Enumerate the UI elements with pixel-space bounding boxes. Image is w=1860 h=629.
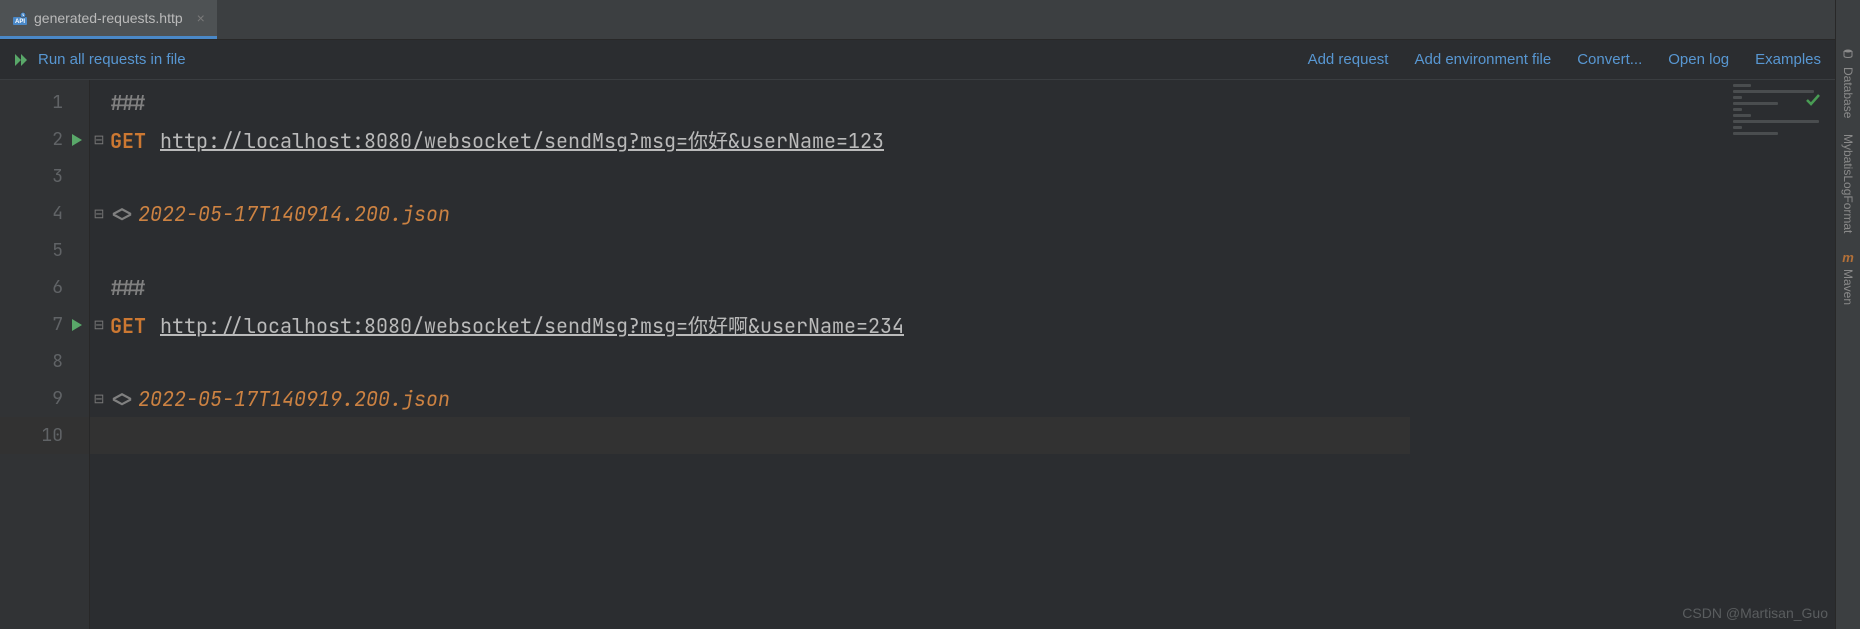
line-number: 3 [52, 165, 63, 188]
line-number: 4 [52, 202, 63, 225]
line-number: 8 [52, 350, 63, 373]
fold-marker: ⊟ [92, 206, 106, 222]
code-area[interactable]: ###⊟GEThttp://localhost:8080/websocket/s… [90, 80, 1835, 629]
run-request-icon[interactable] [71, 133, 83, 147]
code-line[interactable]: ### [90, 269, 1835, 306]
gutter-row: 3 [0, 158, 89, 195]
gutter-row: 10 [0, 417, 89, 454]
editor-toolbar: Run all requests in file Add request Add… [0, 40, 1835, 80]
line-number: 6 [52, 276, 63, 299]
code-line[interactable] [90, 232, 1835, 269]
api-file-icon: API [12, 10, 28, 26]
code-line[interactable]: ⊟GET http://localhost:8080/websocket/send… [90, 121, 1835, 158]
run-request-icon[interactable] [71, 318, 83, 332]
gutter-row: 8 [0, 343, 89, 380]
code-line[interactable]: ### [90, 84, 1835, 121]
separator: ### [110, 275, 146, 301]
svg-text:API: API [15, 19, 25, 25]
code-line[interactable] [90, 417, 1410, 454]
sidebar-mybatis[interactable]: MybatisLogFormat [1841, 126, 1855, 241]
line-number: 1 [52, 91, 63, 114]
convert-link[interactable]: Convert... [1577, 51, 1642, 68]
http-url[interactable]: http://localhost:8080/websocket/sendMsg?… [160, 125, 884, 154]
code-line[interactable]: ⊟<> 2022-05-17T140919.200.json [90, 380, 1835, 417]
gutter-row: 7 [0, 306, 89, 343]
run-all-link[interactable]: Run all requests in file [38, 51, 186, 68]
editor-area: 12345678910 ###⊟GEThttp://localhost:8080… [0, 80, 1835, 629]
response-marker: <> [110, 386, 134, 412]
http-method: GET [110, 128, 146, 154]
maven-icon: m [1842, 250, 1854, 265]
http-url[interactable]: http://localhost:8080/websocket/sendMsg?… [160, 310, 904, 339]
run-all-icon[interactable] [14, 53, 30, 67]
http-method: GET [110, 313, 146, 339]
database-icon [1842, 48, 1854, 63]
response-marker: <> [110, 201, 134, 227]
sidebar-database[interactable]: Database [1841, 40, 1855, 126]
open-log-link[interactable]: Open log [1668, 51, 1729, 68]
line-number: 7 [52, 313, 63, 336]
add-env-file-link[interactable]: Add environment file [1414, 51, 1551, 68]
tab-filename: generated-requests.http [34, 10, 183, 26]
gutter-row: 1 [0, 84, 89, 121]
watermark: CSDN @Martisan_Guo [1682, 605, 1828, 621]
status-ok-icon[interactable] [1805, 88, 1821, 114]
examples-link[interactable]: Examples [1755, 51, 1821, 68]
gutter-row: 4 [0, 195, 89, 232]
code-line[interactable]: ⊟GET http://localhost:8080/websocket/send… [90, 306, 1835, 343]
gutter-row: 2 [0, 121, 89, 158]
fold-marker: ⊟ [92, 132, 106, 148]
code-line[interactable] [90, 158, 1835, 195]
tab-bar: API generated-requests.http × [0, 0, 1835, 40]
gutter: 1 2 3 4 5 6 7 8 9 10 [0, 80, 90, 629]
gutter-row: 6 [0, 269, 89, 306]
sidebar-maven[interactable]: m Maven [1841, 242, 1855, 313]
code-line[interactable]: ⊟<> 2022-05-17T140914.200.json [90, 195, 1835, 232]
add-request-link[interactable]: Add request [1308, 51, 1389, 68]
toolbar-actions: Add request Add environment file Convert… [1308, 51, 1821, 68]
line-number: 10 [41, 424, 63, 447]
close-icon[interactable]: × [195, 10, 207, 26]
code-line[interactable] [90, 343, 1835, 380]
separator: ### [110, 90, 146, 116]
fold-marker: ⊟ [92, 317, 106, 333]
file-tab[interactable]: API generated-requests.http × [0, 0, 217, 39]
fold-marker: ⊟ [92, 391, 106, 407]
right-tool-sidebar: Database MybatisLogFormat m Maven [1835, 0, 1860, 629]
line-number: 9 [52, 387, 63, 410]
gutter-row: 5 [0, 232, 89, 269]
response-file[interactable]: 2022-05-17T140919.200.json [138, 386, 450, 412]
line-number: 5 [52, 239, 63, 262]
gutter-row: 9 [0, 380, 89, 417]
line-number: 2 [52, 128, 63, 151]
response-file[interactable]: 2022-05-17T140914.200.json [138, 201, 450, 227]
